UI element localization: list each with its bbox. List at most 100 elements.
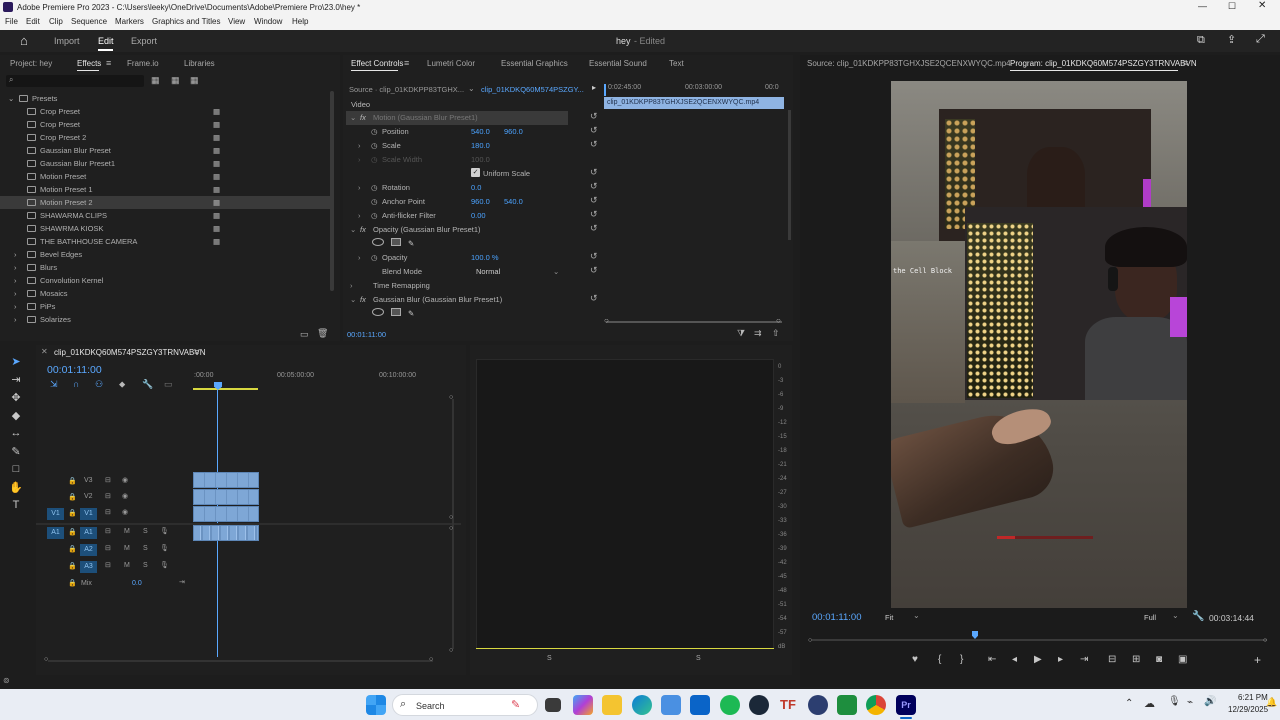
spotify-icon[interactable]: [720, 695, 740, 715]
lock-icon[interactable]: 🔒: [68, 509, 77, 517]
tree-item-preset[interactable]: Gaussian Blur Preset1 ▦: [0, 157, 330, 170]
store-icon[interactable]: [661, 695, 681, 715]
extract-icon[interactable]: ⊞: [1132, 654, 1140, 665]
mic-icon[interactable]: 🎙: [1168, 696, 1181, 707]
filter-icon[interactable]: ⧩: [737, 328, 745, 339]
ec-opacity-header[interactable]: ⌄ fx Opacity (Gaussian Blur Preset1): [346, 223, 602, 237]
tab-effect-controls[interactable]: Effect Controls: [351, 59, 403, 68]
task-view-icon[interactable]: [545, 698, 561, 712]
mute-icon[interactable]: M: [124, 545, 130, 552]
chrome-icon[interactable]: [866, 695, 886, 715]
steam-icon[interactable]: [749, 695, 769, 715]
solo-icon[interactable]: S: [143, 528, 148, 535]
add-marker-icon[interactable]: ♥: [912, 654, 918, 665]
menu-clip[interactable]: Clip: [49, 17, 63, 26]
panel-menu-icon[interactable]: ≡: [404, 58, 409, 68]
resolution-select[interactable]: Full: [1144, 613, 1156, 622]
timeline-hscroll[interactable]: [48, 660, 433, 662]
scrubber-start-icon[interactable]: ○: [808, 637, 812, 644]
clip-v1[interactable]: [193, 506, 259, 522]
sync-lock-icon[interactable]: ⊟: [105, 544, 111, 552]
chevron-down-icon[interactable]: ⌄: [468, 84, 475, 93]
lock-icon[interactable]: 🔒: [68, 562, 77, 570]
clock-time[interactable]: 6:21 PM: [1238, 693, 1268, 702]
ec-blend-row[interactable]: Blend Mode Normal ⌄: [346, 265, 602, 279]
tab-effects[interactable]: Effects: [77, 59, 101, 68]
pen-mask-icon[interactable]: ✎: [408, 239, 414, 248]
sync-lock-icon[interactable]: ⊟: [105, 527, 111, 535]
zoom-handle-icon[interactable]: ○: [776, 316, 781, 325]
menu-markers[interactable]: Markers: [115, 17, 144, 26]
32bit-effects-icon[interactable]: ▦: [171, 75, 180, 86]
add-button-icon[interactable]: +: [1254, 653, 1261, 667]
step-back-icon[interactable]: ◂: [1012, 654, 1017, 665]
tree-item-preset-selected[interactable]: Motion Preset 2 ▦: [0, 196, 330, 209]
work-area-bar[interactable]: [193, 388, 258, 390]
program-scrubber[interactable]: [812, 639, 1267, 641]
zoom-handle-icon[interactable]: ○: [429, 656, 433, 663]
wrench-icon[interactable]: 🔧: [142, 379, 153, 390]
play-icon[interactable]: ▶: [1034, 654, 1042, 665]
track-a1-header[interactable]: A1 🔒 A1 ⊟ M S 🎙: [36, 525, 193, 542]
slip-icon[interactable]: ↔: [9, 427, 23, 439]
source-patch-a1[interactable]: A1: [47, 527, 64, 539]
tab-essential-sound[interactable]: Essential Sound: [589, 59, 647, 68]
tree-item-preset[interactable]: Crop Preset ▦: [0, 118, 330, 131]
tab-libraries[interactable]: Libraries: [184, 59, 215, 68]
tree-item-preset[interactable]: SHAWARMA CLIPS ▦: [0, 209, 330, 222]
pen-icon[interactable]: ✎: [9, 445, 23, 458]
reset-icon[interactable]: ↺: [590, 139, 598, 150]
share-icon[interactable]: ⇪: [1227, 33, 1236, 46]
clock-date[interactable]: 12/29/2025: [1228, 705, 1268, 714]
fullscreen-icon[interactable]: ⤢: [1256, 33, 1265, 46]
track-v1-header[interactable]: V1 🔒 V1 ⊟ ◉: [36, 506, 193, 522]
reset-icon[interactable]: ↺: [590, 167, 598, 178]
reset-icon[interactable]: ↺: [590, 111, 598, 122]
track-a2-header[interactable]: 🔒 A2 ⊟ M S 🎙: [36, 542, 193, 559]
tree-item-preset[interactable]: Motion Preset ▦: [0, 170, 330, 183]
nest-icon[interactable]: ⇲: [50, 379, 58, 390]
edit-tab[interactable]: Edit: [98, 36, 114, 46]
ec-time-remap-row[interactable]: › Time Remapping: [346, 279, 602, 293]
tree-item-preset[interactable]: Crop Preset 2 ▦: [0, 131, 330, 144]
ec-zoom-bar[interactable]: [606, 321, 782, 323]
play-audio-icon[interactable]: ⇉: [754, 328, 762, 339]
minimize-icon[interactable]: —: [1198, 1, 1207, 11]
lock-icon[interactable]: 🔒: [68, 545, 77, 553]
ec-opacity-row[interactable]: › ◷ Opacity 100.0 %: [346, 251, 602, 265]
ec-value-y[interactable]: 540.0: [504, 197, 523, 206]
scrubber-end-icon[interactable]: ○: [1263, 637, 1267, 644]
hand-icon[interactable]: ✋: [9, 481, 23, 494]
scroll-handle-icon[interactable]: ○: [449, 647, 453, 654]
razor-icon[interactable]: ◆: [9, 409, 23, 422]
tree-item-preset[interactable]: Motion Preset 1 ▦: [0, 183, 330, 196]
timeline-vscroll[interactable]: [452, 399, 454, 649]
mic-icon[interactable]: 🎙: [160, 544, 169, 552]
effects-scrollbar[interactable]: [330, 91, 334, 291]
tab-text[interactable]: Text: [669, 59, 684, 68]
chevron-down-icon[interactable]: ⌄: [1172, 611, 1179, 620]
type-icon[interactable]: T: [9, 499, 23, 511]
solo-icon[interactable]: S: [143, 562, 148, 569]
sync-lock-icon[interactable]: ⊟: [105, 492, 111, 500]
notification-icon[interactable]: 🔔: [1266, 697, 1277, 708]
eye-icon[interactable]: ◉: [122, 492, 128, 500]
network-icon[interactable]: ⌁: [1187, 697, 1193, 708]
ec-scrollbar[interactable]: [788, 110, 791, 240]
scroll-handle-icon[interactable]: ○: [449, 514, 453, 521]
reset-icon[interactable]: ↺: [590, 265, 598, 276]
timeline-timecode[interactable]: 00:01:11:00: [47, 364, 102, 376]
chevron-right-icon[interactable]: ›: [358, 183, 361, 192]
mix-value[interactable]: 0.0: [132, 580, 142, 587]
tab-program-monitor[interactable]: Program: clip_01KDKQ60M574PSZGY3TRNVABVN: [1010, 59, 1197, 68]
ec-gblur-header[interactable]: ⌄ fx Gaussian Blur (Gaussian Blur Preset…: [346, 293, 602, 307]
ec-value-x[interactable]: 960.0: [471, 197, 490, 206]
solo-left-button[interactable]: S: [547, 655, 552, 662]
mic-icon[interactable]: 🎙: [160, 527, 169, 535]
clip-v2[interactable]: [193, 489, 259, 505]
sync-lock-icon[interactable]: ⊟: [105, 476, 111, 484]
sheets-icon[interactable]: [837, 695, 857, 715]
quick-export-icon[interactable]: ⧉: [1197, 34, 1205, 47]
chevron-right-icon[interactable]: ›: [358, 211, 361, 220]
lock-icon[interactable]: 🔒: [68, 528, 77, 536]
